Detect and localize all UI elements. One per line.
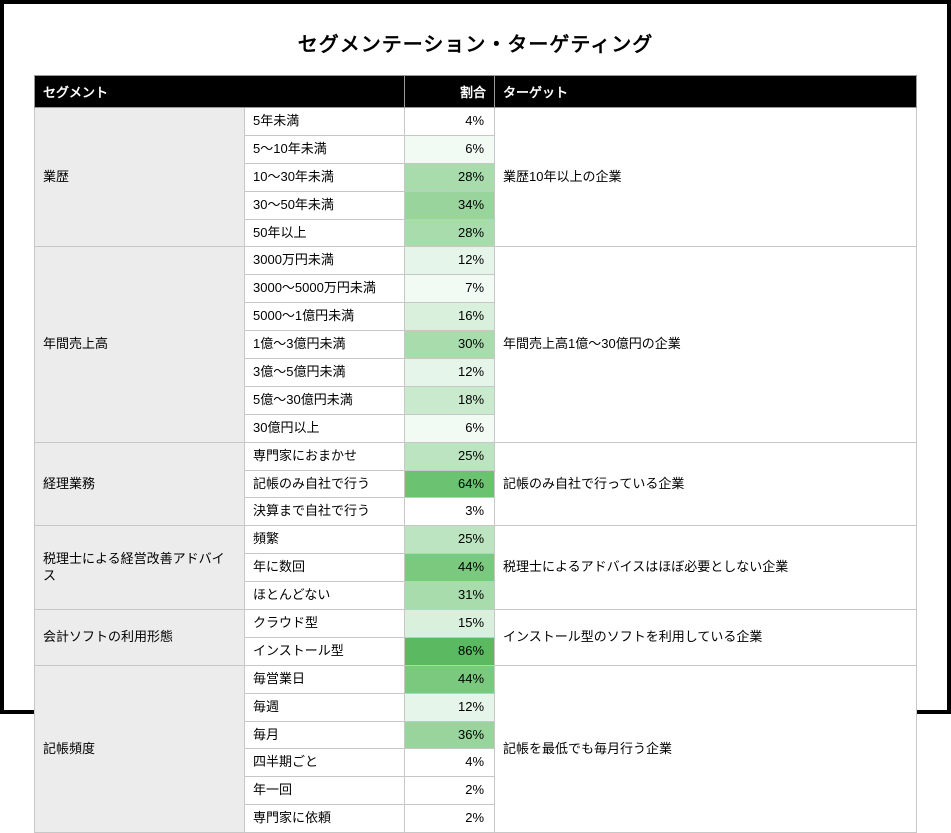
segment-percentage: 15% — [405, 610, 495, 638]
segment-label: 1億〜3億円未満 — [245, 331, 405, 359]
segment-percentage: 36% — [405, 721, 495, 749]
segment-label: 5000〜1億円未満 — [245, 303, 405, 331]
segment-group-name: 記帳頻度 — [35, 665, 245, 832]
segment-label: 毎週 — [245, 693, 405, 721]
segment-label: 年に数回 — [245, 554, 405, 582]
target-description: 記帳のみ自社で行っている企業 — [495, 442, 917, 526]
table-row: 年間売上高3000万円未満12%年間売上高1億〜30億円の企業 — [35, 247, 917, 275]
segment-percentage: 25% — [405, 442, 495, 470]
segment-percentage: 30% — [405, 331, 495, 359]
segment-percentage: 31% — [405, 582, 495, 610]
slide-frame: セグメンテーション・ターゲティング セグメント 割合 ターゲット 業歴5年未満4… — [0, 0, 951, 714]
segment-percentage: 6% — [405, 414, 495, 442]
segment-percentage: 44% — [405, 665, 495, 693]
segment-label: 5〜10年未満 — [245, 135, 405, 163]
segment-percentage: 34% — [405, 191, 495, 219]
segmentation-table: セグメント 割合 ターゲット 業歴5年未満4%業歴10年以上の企業5〜10年未満… — [34, 75, 917, 833]
segment-percentage: 44% — [405, 554, 495, 582]
header-segment: セグメント — [35, 76, 405, 108]
table-row: 会計ソフトの利用形態クラウド型15%インストール型のソフトを利用している企業 — [35, 610, 917, 638]
segment-percentage: 6% — [405, 135, 495, 163]
segment-group-name: 会計ソフトの利用形態 — [35, 610, 245, 666]
segment-label: 年一回 — [245, 777, 405, 805]
table-row: 記帳頻度毎営業日44%記帳を最低でも毎月行う企業 — [35, 665, 917, 693]
segment-label: 3000〜5000万円未満 — [245, 275, 405, 303]
segment-label: 決算まで自社で行う — [245, 498, 405, 526]
segment-label: インストール型 — [245, 637, 405, 665]
target-description: 業歴10年以上の企業 — [495, 108, 917, 247]
target-description: 税理士によるアドバイスはほぼ必要としない企業 — [495, 526, 917, 610]
segment-group-name: 税理士による経営改善アドバイス — [35, 526, 245, 610]
segment-label: 10〜30年未満 — [245, 163, 405, 191]
segment-group-name: 業歴 — [35, 108, 245, 247]
segment-percentage: 7% — [405, 275, 495, 303]
segment-percentage: 4% — [405, 749, 495, 777]
segment-label: 専門家におまかせ — [245, 442, 405, 470]
segment-percentage: 3% — [405, 498, 495, 526]
segment-percentage: 25% — [405, 526, 495, 554]
segment-group-name: 年間売上高 — [35, 247, 245, 442]
segment-label: 専門家に依頼 — [245, 805, 405, 833]
segment-percentage: 12% — [405, 247, 495, 275]
segment-percentage: 18% — [405, 386, 495, 414]
segment-label: 3000万円未満 — [245, 247, 405, 275]
target-description: インストール型のソフトを利用している企業 — [495, 610, 917, 666]
segment-label: 5億〜30億円未満 — [245, 386, 405, 414]
segment-label: 記帳のみ自社で行う — [245, 470, 405, 498]
segment-label: ほとんどない — [245, 582, 405, 610]
segment-percentage: 86% — [405, 637, 495, 665]
segment-label: 30億円以上 — [245, 414, 405, 442]
segment-percentage: 2% — [405, 777, 495, 805]
segment-label: 3億〜5億円未満 — [245, 359, 405, 387]
segment-label: クラウド型 — [245, 610, 405, 638]
header-target: ターゲット — [495, 76, 917, 108]
segment-label: 頻繁 — [245, 526, 405, 554]
header-ratio: 割合 — [405, 76, 495, 108]
segment-group-name: 経理業務 — [35, 442, 245, 526]
segment-label: 毎営業日 — [245, 665, 405, 693]
segment-label: 30〜50年未満 — [245, 191, 405, 219]
target-description: 年間売上高1億〜30億円の企業 — [495, 247, 917, 442]
segment-label: 50年以上 — [245, 219, 405, 247]
segment-label: 四半期ごと — [245, 749, 405, 777]
segment-percentage: 28% — [405, 163, 495, 191]
segment-percentage: 2% — [405, 805, 495, 833]
segment-percentage: 28% — [405, 219, 495, 247]
segment-percentage: 12% — [405, 359, 495, 387]
segment-label: 毎月 — [245, 721, 405, 749]
segment-percentage: 12% — [405, 693, 495, 721]
segment-label: 5年未満 — [245, 108, 405, 136]
segment-percentage: 64% — [405, 470, 495, 498]
table-row: 経理業務専門家におまかせ25%記帳のみ自社で行っている企業 — [35, 442, 917, 470]
target-description: 記帳を最低でも毎月行う企業 — [495, 665, 917, 832]
table-row: 業歴5年未満4%業歴10年以上の企業 — [35, 108, 917, 136]
table-row: 税理士による経営改善アドバイス頻繁25%税理士によるアドバイスはほぼ必要としない… — [35, 526, 917, 554]
segment-percentage: 16% — [405, 303, 495, 331]
page-title: セグメンテーション・ターゲティング — [34, 28, 917, 57]
table-header-row: セグメント 割合 ターゲット — [35, 76, 917, 108]
segment-percentage: 4% — [405, 108, 495, 136]
